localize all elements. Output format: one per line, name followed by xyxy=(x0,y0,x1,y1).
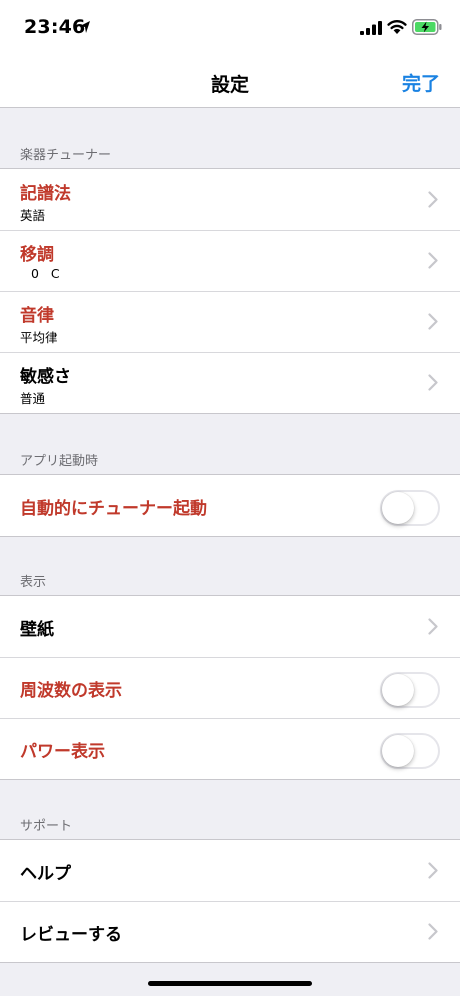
show-power-toggle[interactable] xyxy=(380,733,440,769)
row-title-notation: 記譜法 xyxy=(20,184,71,204)
status-time: 23:46 xyxy=(24,16,86,38)
row-value-notation: 英語 xyxy=(20,208,46,223)
cellular-signal-icon xyxy=(360,21,382,35)
toggle-knob xyxy=(382,735,414,767)
row-auto-start: 自動的にチューナー起動 xyxy=(0,475,460,536)
chevron-right-icon xyxy=(428,252,438,269)
toggle-knob xyxy=(382,674,414,706)
row-title-show-power: パワー表示 xyxy=(20,742,105,762)
row-review[interactable]: レビューする xyxy=(0,901,460,962)
row-title-review: レビューする xyxy=(20,925,122,945)
wifi-icon xyxy=(387,20,407,34)
section-header-display: 表示 xyxy=(20,575,47,590)
location-arrow-icon xyxy=(80,21,90,33)
chevron-right-icon xyxy=(428,313,438,330)
section-header-support: サポート xyxy=(20,819,73,834)
row-title-show-frequency: 周波数の表示 xyxy=(20,681,122,701)
section-header-startup: アプリ起動時 xyxy=(20,454,99,469)
battery-charging-icon xyxy=(412,19,442,35)
chevron-right-icon xyxy=(428,923,438,940)
group-startup: 自動的にチューナー起動 xyxy=(0,474,460,537)
chevron-right-icon xyxy=(428,191,438,208)
row-help[interactable]: ヘルプ xyxy=(0,840,460,901)
group-tuner: 記譜法 英語 移調 0 C 音律 平均律 敏感さ 普通 xyxy=(0,168,460,414)
group-support: ヘルプ レビューする xyxy=(0,839,460,963)
show-frequency-toggle[interactable] xyxy=(380,672,440,708)
row-title-temperament: 音律 xyxy=(20,306,54,326)
row-title-auto-start: 自動的にチューナー起動 xyxy=(20,499,207,519)
row-value-transpose: 0 C xyxy=(31,266,64,281)
chevron-right-icon xyxy=(428,618,438,635)
row-show-frequency: 周波数の表示 xyxy=(0,657,460,718)
row-show-power: パワー表示 xyxy=(0,718,460,779)
chevron-right-icon xyxy=(428,862,438,879)
row-title-transpose: 移調 xyxy=(20,245,54,265)
row-title-wallpaper: 壁紙 xyxy=(20,620,54,640)
row-temperament[interactable]: 音律 平均律 xyxy=(0,291,460,352)
auto-start-toggle[interactable] xyxy=(380,490,440,526)
section-header-tuner: 楽器チューナー xyxy=(20,148,112,163)
row-title-help: ヘルプ xyxy=(20,864,71,884)
row-wallpaper[interactable]: 壁紙 xyxy=(0,596,460,657)
row-title-sensitivity: 敏感さ xyxy=(20,367,71,387)
group-display: 壁紙 周波数の表示 パワー表示 xyxy=(0,595,460,780)
home-indicator[interactable] xyxy=(148,981,312,986)
toggle-knob xyxy=(382,492,414,524)
done-button[interactable]: 完了 xyxy=(402,69,440,96)
chevron-right-icon xyxy=(428,374,438,391)
row-value-sensitivity: 普通 xyxy=(20,391,46,406)
status-bar: 23:46 xyxy=(0,0,460,56)
row-sensitivity[interactable]: 敏感さ 普通 xyxy=(0,352,460,413)
navigation-bar: 設定 完了 xyxy=(0,56,460,108)
row-value-temperament: 平均律 xyxy=(20,330,58,345)
page-title: 設定 xyxy=(210,74,249,96)
row-notation[interactable]: 記譜法 英語 xyxy=(0,169,460,230)
row-transpose[interactable]: 移調 0 C xyxy=(0,230,460,291)
